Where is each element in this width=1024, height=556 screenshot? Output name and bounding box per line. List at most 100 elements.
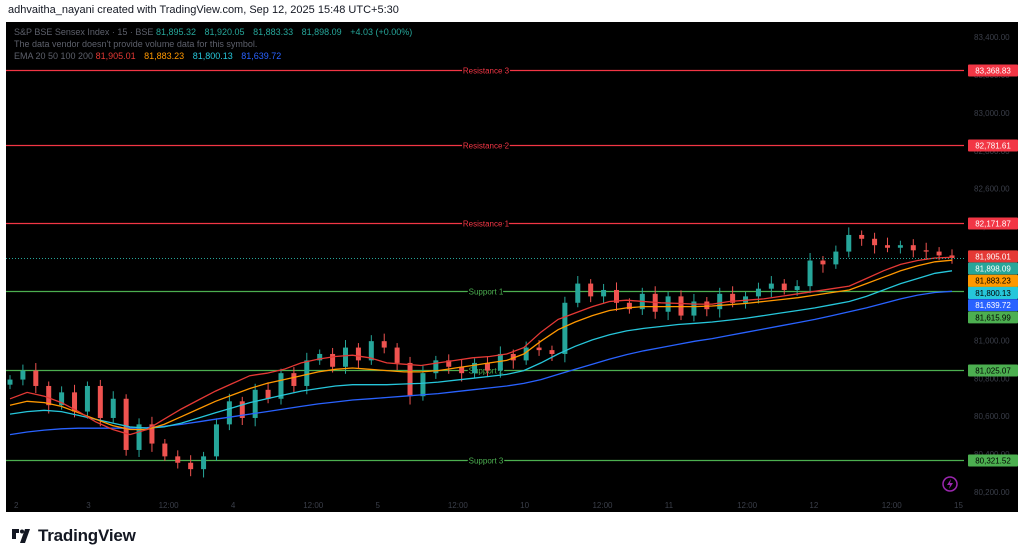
x-axis-tick-label: 10 [520,501,529,510]
x-axis-tick-label: 11 [665,501,674,510]
candle-body [807,260,813,287]
level-price-label: 82,781.61 [975,142,1011,151]
candle-body [394,347,400,363]
x-axis-tick-label: 3 [86,501,91,510]
candle-body [897,245,903,248]
level-label: Resistance 2 [463,142,510,151]
candle-body [213,424,219,457]
candle-body [420,373,426,397]
candle-body [201,456,207,470]
candle-body [884,245,890,248]
candle-body [226,401,232,425]
candle-body [923,250,929,252]
legend-low: 81,883.33 [253,27,294,37]
x-axis-tick-label: 12:00 [159,501,180,510]
legend-ema100: 81,800.13 [192,51,233,61]
candle-body [717,293,723,310]
candle-body [859,234,865,239]
y-axis-tick-label: 83,400.00 [974,33,1010,42]
legend-change: +4.03 (+0.00%) [350,27,413,37]
candle-body [497,353,503,371]
y-axis-tick-label: 83,000.00 [974,109,1010,118]
candle-body [936,251,942,256]
legend-volume-note: The data vendor doesn't provide volume d… [14,39,258,49]
candle-body [910,245,916,251]
candle-body [872,238,878,246]
candle-body [755,288,761,297]
candle-body [704,301,710,310]
x-axis-tick-label: 15 [954,501,963,510]
candle-body [588,283,594,297]
legend-symbol: S&P BSE Sensex Index · 15 · BSE [14,27,154,37]
candle-body [84,385,90,412]
x-axis-tick-label: 12:00 [303,501,324,510]
candle-body [355,347,361,361]
brand-name: TradingView [38,526,136,545]
x-axis-tick-label: 12:00 [882,501,903,510]
candle-body [549,350,555,354]
candle-body [123,398,129,450]
candle-body [768,283,774,289]
legend-ema-label: EMA 20 50 100 200 [14,51,94,61]
legend-ema50: 81,883.23 [144,51,185,61]
candle-body [381,341,387,348]
candle-body [846,234,852,252]
candle-body [20,370,26,380]
x-axis-tick-label: 12 [809,501,818,510]
tradingview-brand[interactable]: TradingView [10,526,136,546]
candle-body [575,283,581,303]
candle-body [162,443,168,457]
header-bar: adhvaitha_nayani created with TradingVie… [0,0,1024,22]
y-axis-tick-label: 80,600.00 [974,412,1010,421]
x-axis-tick-label: 12:00 [737,501,758,510]
level-price-label: 81,025.07 [975,367,1011,376]
legend-ema20: 81,905.01 [95,51,136,61]
legend-ema200: 81,639.72 [241,51,282,61]
ema200-line [9,290,953,436]
candle-body [833,251,839,265]
candle-body [601,289,607,297]
x-axis-tick-label: 5 [376,501,381,510]
alert-bolt-glyph-icon [947,479,953,489]
candle-body [46,385,52,406]
chart-legend: S&P BSE Sensex Index · 15 · BSE 81,895.3… [14,26,418,62]
candle-body [304,360,310,386]
price-chart[interactable]: 83,400.0083,300.0083,000.0082,800.0082,6… [6,22,1018,512]
candle-body [665,296,671,312]
candle-body [781,283,787,290]
candle-body [175,456,181,463]
legend-row-symbol: S&P BSE Sensex Index · 15 · BSE 81,895.3… [14,26,418,38]
chart-area[interactable]: 83,400.0083,300.0083,000.0082,800.0082,6… [6,22,1018,512]
candle-body [820,260,826,265]
footer-bar: TradingView [0,512,1024,556]
candle-body [794,286,800,290]
level-label: Resistance 3 [463,67,510,76]
x-axis-tick-label: 12:00 [448,501,469,510]
level-price-label: 80,321.52 [975,457,1011,466]
candle-body [407,362,413,397]
candle-body [110,398,116,418]
y-axis-tick-label: 82,600.00 [974,185,1010,194]
candle-body [7,379,13,385]
candle-body [97,385,103,418]
legend-high: 81,920.05 [204,27,245,37]
price-tag-label: 81,905.01 [975,252,1011,261]
level-price-label: 82,171.87 [975,220,1011,229]
legend-row-ema: EMA 20 50 100 200 81,905.01 81,883.23 81… [14,50,418,62]
y-axis-tick-label: 81,000.00 [974,336,1010,345]
level-label: Support 3 [469,457,504,466]
x-axis-tick-label: 2 [14,501,19,510]
price-tag-label: 81,615.99 [975,313,1011,322]
level-label: Resistance 1 [463,220,510,229]
chart-credit: adhvaitha_nayani created with TradingVie… [8,4,399,16]
candle-body [33,370,39,386]
level-price-label: 83,368.83 [975,67,1011,76]
candle-body [343,347,349,367]
level-label: Support 1 [469,288,504,297]
candle-body [265,389,271,399]
price-tag-label: 81,639.72 [975,301,1011,310]
legend-close: 81,898.09 [301,27,342,37]
x-axis-tick-label: 4 [231,501,236,510]
y-axis-tick-label: 80,200.00 [974,488,1010,497]
candle-body [330,353,336,367]
